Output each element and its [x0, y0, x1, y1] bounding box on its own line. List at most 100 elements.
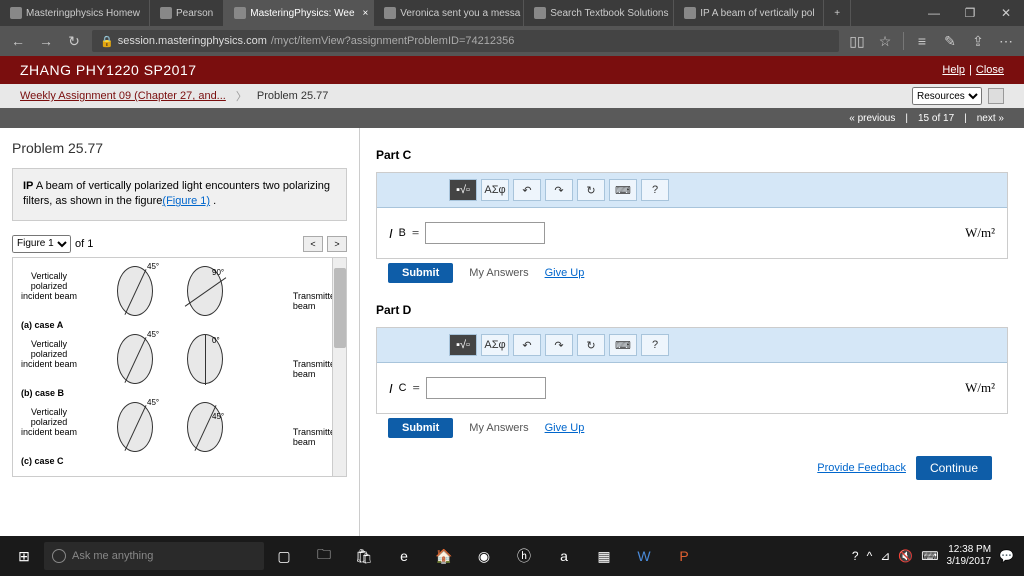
my-answers-link[interactable]: My Answers [469, 422, 528, 434]
hub-icon[interactable]: ≡ [912, 31, 932, 51]
url-input[interactable]: 🔒 session.masteringphysics.com/myct/item… [92, 30, 839, 52]
provide-feedback-link[interactable]: Provide Feedback [817, 462, 906, 474]
undo-icon[interactable]: ↶ [513, 179, 541, 201]
task-view-icon[interactable]: ▢ [264, 539, 304, 573]
volume-icon[interactable]: 🔇 [898, 549, 913, 563]
unit-label: W/m² [965, 225, 995, 241]
amazon-icon[interactable]: a [544, 539, 584, 573]
greek-icon[interactable]: ΑΣφ [481, 179, 509, 201]
reading-view-icon[interactable]: ▯▯ [847, 31, 867, 51]
share-icon[interactable]: ⇪ [968, 31, 988, 51]
redo-icon[interactable]: ↷ [545, 334, 573, 356]
breadcrumb-current: Problem 25.77 [257, 90, 329, 102]
favicon-icon [384, 7, 396, 19]
part-label: Part C [376, 148, 1008, 162]
favorite-icon[interactable]: ☆ [875, 31, 895, 51]
browser-tab[interactable]: Veronica sent you a messa [374, 0, 524, 26]
help-tray-icon[interactable]: ? [852, 549, 859, 563]
browser-tab[interactable]: Pearson [150, 0, 224, 26]
template-icon[interactable]: ▪√▫ [449, 179, 477, 201]
reset-icon[interactable]: ↻ [577, 179, 605, 201]
word-icon[interactable]: W [624, 539, 664, 573]
greek-icon[interactable]: ΑΣφ [481, 334, 509, 356]
give-up-link[interactable]: Give Up [545, 267, 585, 279]
template-icon[interactable]: ▪√▫ [449, 334, 477, 356]
photos-icon[interactable]: ▦ [584, 539, 624, 573]
answer-toolbar: ▪√▫ ΑΣφ ↶ ↷ ↻ ⌨ ? [377, 173, 1007, 208]
figure-box: Verticallypolarizedincident beam 45° 90°… [12, 257, 347, 477]
problem-panel: Problem 25.77 IP A beam of vertically po… [0, 128, 360, 536]
undo-icon[interactable]: ↶ [513, 334, 541, 356]
my-answers-link[interactable]: My Answers [469, 267, 528, 279]
close-icon[interactable]: × [363, 8, 369, 19]
problem-description: IP A beam of vertically polarized light … [12, 168, 347, 221]
answer-toolbar: ▪√▫ ΑΣφ ↶ ↷ ↻ ⌨ ? [377, 328, 1007, 363]
notes-icon[interactable]: ✎ [940, 31, 960, 51]
give-up-link[interactable]: Give Up [545, 422, 585, 434]
notifications-icon[interactable]: 💬 [999, 549, 1014, 563]
answer-panel: Part C ▪√▫ ΑΣφ ↶ ↷ ↻ ⌨ ? IB = W/m² Submi… [360, 128, 1024, 536]
answer-input[interactable] [426, 377, 546, 399]
answer-box: ▪√▫ ΑΣφ ↶ ↷ ↻ ⌨ ? IC = W/m² [376, 327, 1008, 414]
browser-tab-strip: Masteringphysics Homew Pearson Mastering… [0, 0, 1024, 26]
windows-taskbar: ⊞ Ask me anything ▢ 🗀 🛍 e 🏠 ◉ ⓗ a ▦ W P … [0, 536, 1024, 576]
powerpoint-icon[interactable]: P [664, 539, 704, 573]
refresh-icon[interactable]: ↻ [64, 31, 84, 51]
hp-icon[interactable]: ⓗ [504, 539, 544, 573]
browser-tab[interactable]: IP A beam of vertically pol [674, 0, 824, 26]
chrome-icon[interactable]: ◉ [464, 539, 504, 573]
edge-icon[interactable]: e [384, 539, 424, 573]
file-explorer-icon[interactable]: 🗀 [304, 539, 344, 573]
minimize-icon[interactable]: — [916, 0, 952, 26]
chevron-up-icon[interactable]: ^ [867, 549, 873, 563]
browser-tab[interactable]: Search Textbook Solutions [524, 0, 674, 26]
back-icon[interactable]: ← [8, 31, 28, 51]
continue-button[interactable]: Continue [916, 456, 992, 480]
submit-button[interactable]: Submit [388, 263, 453, 283]
more-icon[interactable]: ⋯ [996, 31, 1016, 51]
keyboard-icon[interactable]: ⌨ [609, 334, 637, 356]
redo-icon[interactable]: ↷ [545, 179, 573, 201]
course-header: ZHANG PHY1220 SP2017 Help | Close [0, 56, 1024, 84]
browser-tab[interactable]: Masteringphysics Homew [0, 0, 150, 26]
keyboard-icon[interactable]: ⌨ [609, 179, 637, 201]
figure-prev-icon[interactable]: < [303, 236, 323, 252]
print-icon[interactable] [988, 88, 1004, 104]
figure-link[interactable]: (Figure 1) [162, 195, 210, 207]
lock-icon: 🔒 [100, 35, 114, 48]
help-link[interactable]: Help [942, 64, 965, 76]
maximize-icon[interactable]: ❐ [952, 0, 988, 26]
answer-input[interactable] [425, 222, 545, 244]
help-icon[interactable]: ? [641, 334, 669, 356]
store-icon[interactable]: 🛍 [344, 539, 384, 573]
problem-nav: « previous | 15 of 17 | next » [0, 108, 1024, 128]
figure-select[interactable]: Figure 1 [12, 235, 71, 253]
browser-tab-active[interactable]: MasteringPhysics: Wee× [224, 0, 374, 26]
favicon-icon [10, 7, 22, 19]
cortana-search[interactable]: Ask me anything [44, 542, 264, 570]
wifi-icon[interactable]: ⊿ [880, 549, 890, 563]
next-link[interactable]: next » [977, 113, 1004, 124]
clock[interactable]: 12:38 PM 3/19/2017 [947, 544, 992, 568]
close-link[interactable]: Close [976, 64, 1004, 76]
system-tray: ? ^ ⊿ 🔇 ⌨ 12:38 PM 3/19/2017 💬 [852, 544, 1020, 568]
forward-icon[interactable]: → [36, 31, 56, 51]
new-tab-button[interactable]: + [824, 0, 851, 26]
previous-link[interactable]: « previous [849, 113, 895, 124]
close-window-icon[interactable]: ✕ [988, 0, 1024, 26]
help-icon[interactable]: ? [641, 179, 669, 201]
start-icon[interactable]: ⊞ [4, 539, 44, 573]
resources-select[interactable]: Resources [912, 87, 982, 105]
keyboard-tray-icon[interactable]: ⌨ [921, 549, 938, 563]
problem-title: Problem 25.77 [12, 140, 347, 156]
favicon-icon [534, 7, 546, 19]
reset-icon[interactable]: ↻ [577, 334, 605, 356]
breadcrumb-assignment-link[interactable]: Weekly Assignment 09 (Chapter 27, and... [20, 90, 226, 102]
home-icon[interactable]: 🏠 [424, 539, 464, 573]
figure-next-icon[interactable]: > [327, 236, 347, 252]
figure-scrollbar[interactable] [332, 258, 346, 476]
course-title: ZHANG PHY1220 SP2017 [20, 62, 197, 78]
answer-box: ▪√▫ ΑΣφ ↶ ↷ ↻ ⌨ ? IB = W/m² [376, 172, 1008, 259]
submit-button[interactable]: Submit [388, 418, 453, 438]
favicon-icon [234, 7, 246, 19]
